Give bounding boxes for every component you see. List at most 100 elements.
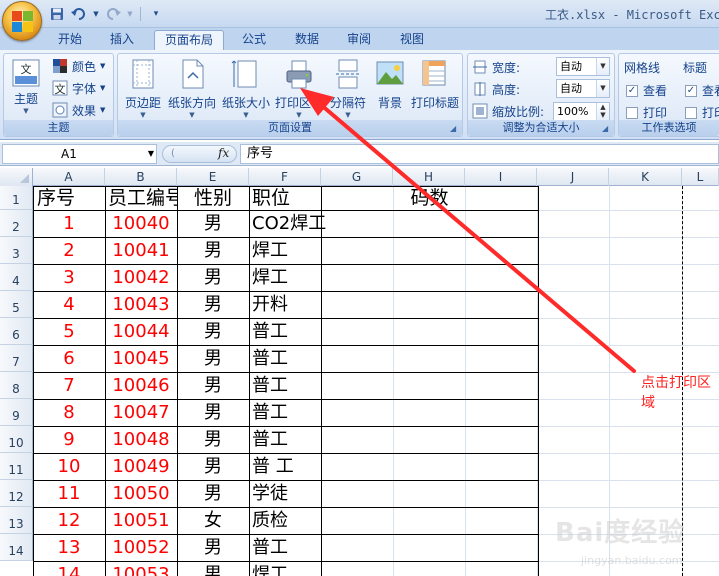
cell-emp-id[interactable]: 10052 [105, 534, 177, 561]
tab-view[interactable]: 视图 [390, 30, 434, 50]
cell-position[interactable]: 质检 [249, 507, 321, 534]
cell-position[interactable]: 普工 [249, 399, 321, 426]
row-header-2[interactable]: 2 [0, 210, 33, 237]
cell-gender[interactable]: 男 [177, 210, 249, 237]
office-button[interactable] [2, 1, 42, 41]
cell-seq[interactable]: 7 [33, 372, 105, 399]
cell-position[interactable]: 普工 [249, 534, 321, 561]
column-header-g[interactable]: G [321, 168, 393, 186]
cell-emp-id[interactable]: 10040 [105, 210, 177, 237]
row-header-5[interactable]: 5 [0, 291, 33, 318]
gridlines-view-checkbox[interactable]: ✓ 查看 [626, 82, 667, 99]
cell-emp-id[interactable]: 10049 [105, 453, 177, 480]
cell-gender[interactable]: 男 [177, 399, 249, 426]
cell-gender[interactable]: 女 [177, 507, 249, 534]
row-header-7[interactable]: 7 [0, 345, 33, 372]
tab-page-layout[interactable]: 页面布局 [154, 30, 224, 50]
column-header-h[interactable]: H [393, 168, 465, 186]
cell-emp-id[interactable]: 10045 [105, 345, 177, 372]
cell-emp-id[interactable]: 10050 [105, 480, 177, 507]
cell-seq[interactable]: 10 [33, 453, 105, 480]
print-titles-button[interactable]: 打印标题 [409, 56, 461, 118]
theme-colors-button[interactable]: 颜色 ▼ [52, 56, 105, 76]
headings-print-checkbox[interactable]: 打印 [685, 104, 719, 121]
theme-effects-button[interactable]: 效果 ▼ [52, 100, 105, 120]
cell-position[interactable]: 焊工 [249, 561, 321, 576]
row-header-6[interactable]: 6 [0, 318, 33, 345]
header-cell-seq[interactable]: 序号 [33, 186, 105, 210]
scale-spinner[interactable]: 100% ▲ ▼ [553, 102, 610, 121]
header-cell-size[interactable]: 码数 [321, 186, 538, 210]
cell-emp-id[interactable]: 10043 [105, 291, 177, 318]
cell-gender[interactable]: 男 [177, 534, 249, 561]
column-header-l[interactable]: L [682, 168, 719, 186]
cell-seq[interactable]: 5 [33, 318, 105, 345]
undo-dropdown-icon[interactable]: ▼ [92, 5, 100, 23]
save-icon[interactable] [48, 5, 66, 23]
cell-emp-id[interactable]: 10041 [105, 237, 177, 264]
column-header-i[interactable]: I [465, 168, 537, 186]
cell-gender[interactable]: 男 [177, 426, 249, 453]
cell-emp-id[interactable]: 10042 [105, 264, 177, 291]
cell-emp-id[interactable]: 10053 [105, 561, 177, 576]
cell-seq[interactable]: 13 [33, 534, 105, 561]
headings-view-checkbox[interactable]: ✓ 查看 [685, 82, 719, 99]
gridlines-print-checkbox[interactable]: 打印 [626, 104, 667, 121]
column-header-e[interactable]: E [177, 168, 249, 186]
column-header-j[interactable]: J [537, 168, 609, 186]
insert-function-button[interactable]: fx [218, 146, 229, 160]
cell-gender[interactable]: 男 [177, 453, 249, 480]
tab-data[interactable]: 数据 [285, 30, 329, 50]
cell-gender[interactable]: 男 [177, 480, 249, 507]
cell-seq[interactable]: 1 [33, 210, 105, 237]
cell-position[interactable]: 普工 [249, 426, 321, 453]
cell-emp-id[interactable]: 10044 [105, 318, 177, 345]
tab-review[interactable]: 审阅 [337, 30, 381, 50]
cell-gender[interactable]: 男 [177, 561, 249, 576]
cell-position[interactable]: 学徒 [249, 480, 321, 507]
cell-seq[interactable]: 3 [33, 264, 105, 291]
breaks-button[interactable]: 分隔符 ▼ [326, 56, 370, 119]
cell-emp-id[interactable]: 10048 [105, 426, 177, 453]
header-cell-emp-id[interactable]: 员工编号 [105, 186, 177, 210]
cell-seq[interactable]: 8 [33, 399, 105, 426]
dialog-launcher-icon[interactable]: ◢ [602, 124, 612, 134]
cell-gender[interactable]: 男 [177, 345, 249, 372]
cell-position[interactable]: CO2焊工 [249, 210, 326, 237]
cell-position[interactable]: 普工 [249, 345, 321, 372]
header-cell-gender[interactable]: 性别 [177, 186, 249, 210]
cell-emp-id[interactable]: 10047 [105, 399, 177, 426]
tab-insert[interactable]: 插入 [100, 30, 144, 50]
page-size-button[interactable]: 纸张大小 ▼ [220, 56, 272, 119]
tab-home[interactable]: 开始 [48, 30, 92, 50]
header-cell-position[interactable]: 职位 [249, 186, 321, 210]
themes-button[interactable]: 文 主题 ▼ [6, 56, 46, 118]
cell-seq[interactable]: 6 [33, 345, 105, 372]
row-header-11[interactable]: 11 [0, 453, 33, 480]
chevron-down-icon[interactable]: ▼ [148, 145, 154, 163]
dialog-launcher-icon[interactable]: ◢ [450, 124, 460, 134]
redo-icon[interactable] [104, 5, 122, 23]
row-header-4[interactable]: 4 [0, 264, 33, 291]
row-header-1[interactable]: 1 [0, 186, 33, 210]
cell-gender[interactable]: 男 [177, 237, 249, 264]
cell-seq[interactable]: 4 [33, 291, 105, 318]
redo-dropdown-icon[interactable]: ▼ [126, 5, 134, 23]
print-area-button[interactable]: 打印区域 ▼ [273, 56, 325, 119]
row-header-3[interactable]: 3 [0, 237, 33, 264]
cell-gender[interactable]: 男 [177, 291, 249, 318]
customize-qat-icon[interactable]: ▾ [147, 5, 165, 23]
orientation-button[interactable]: 纸张方向 ▼ [166, 56, 218, 119]
width-dropdown[interactable]: 自动 ▼ [556, 57, 610, 76]
resize-grip-icon[interactable]: ( [171, 148, 175, 159]
theme-fonts-button[interactable]: 文 字体 ▼ [52, 78, 105, 98]
cell-seq[interactable]: 2 [33, 237, 105, 264]
cell-gender[interactable]: 男 [177, 372, 249, 399]
column-header-b[interactable]: B [105, 168, 177, 186]
row-header-14[interactable]: 14 [0, 534, 33, 561]
cell-position[interactable]: 开料 [249, 291, 321, 318]
column-header-k[interactable]: K [609, 168, 682, 186]
name-box[interactable]: A1 ▼ [2, 144, 157, 164]
select-all-button[interactable] [0, 168, 33, 186]
height-dropdown[interactable]: 自动 ▼ [556, 79, 610, 98]
